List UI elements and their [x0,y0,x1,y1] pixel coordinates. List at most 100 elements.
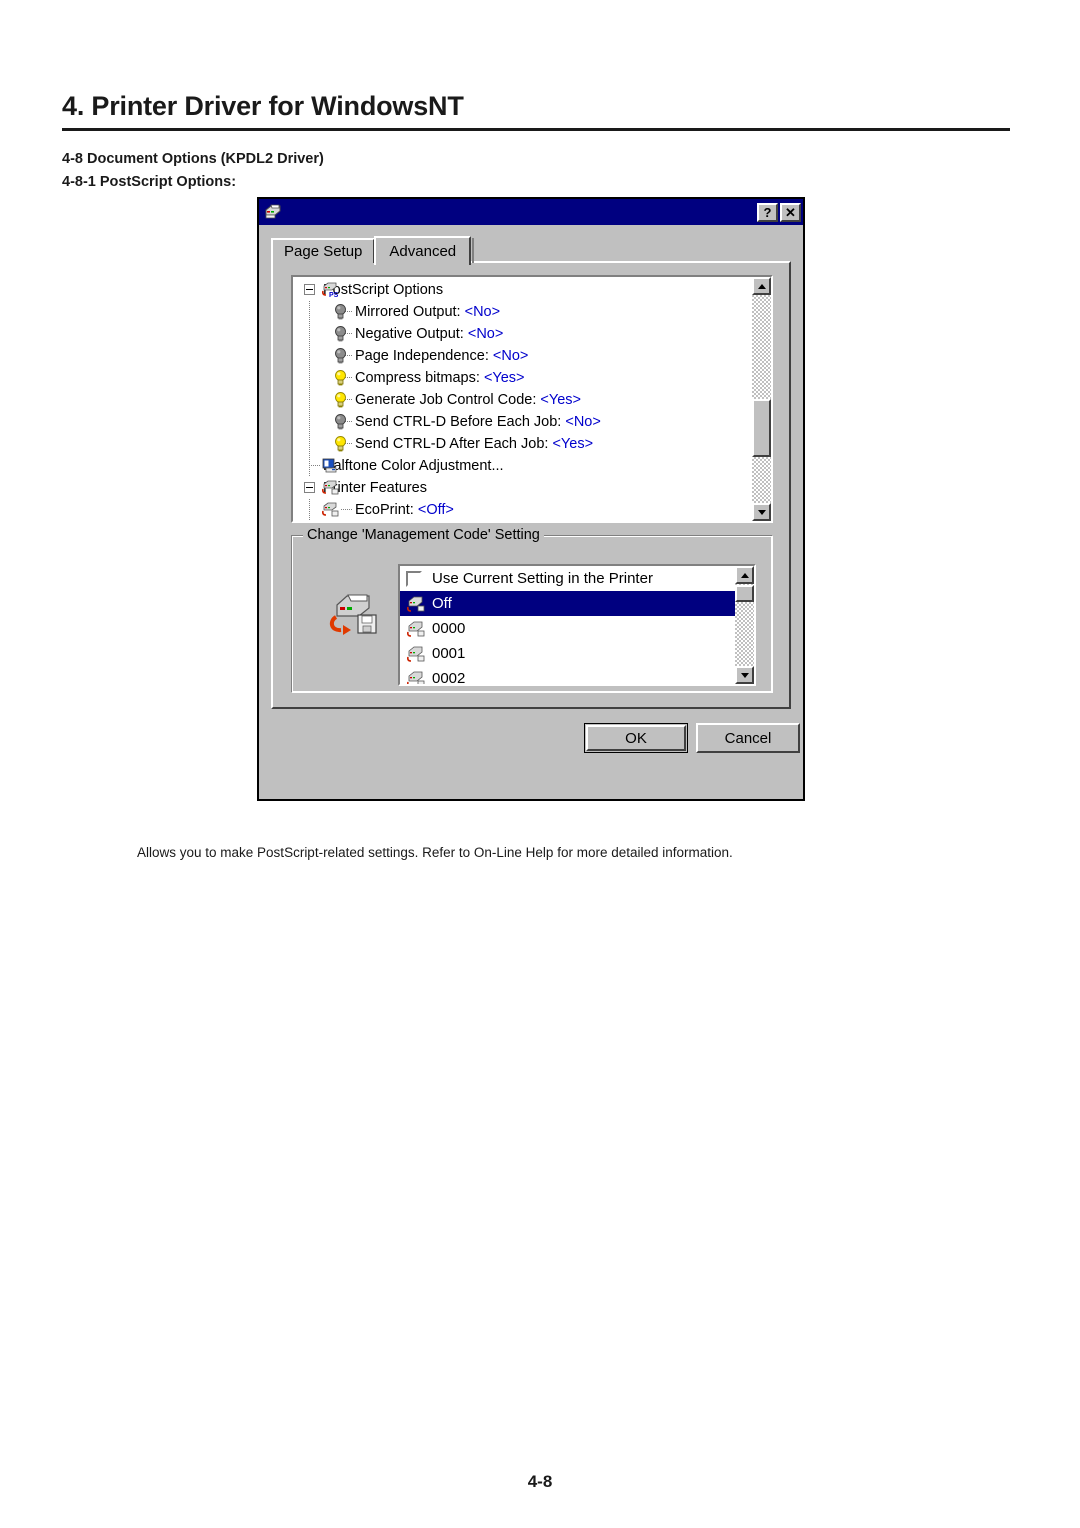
tree-line [309,323,310,345]
tree-row[interactable]: Compress bitmaps: <Yes> [293,367,752,389]
list-item-label: Off [432,595,452,612]
collapse-icon[interactable] [304,284,315,295]
tree-line [341,509,352,510]
management-code-group: Change 'Management Code' Setting Use Cur… [291,527,773,693]
scroll-up-button[interactable] [752,277,771,295]
scrollbar-thumb[interactable] [752,399,771,457]
chevron-down-icon [740,672,749,678]
tree-row[interactable]: Page Independence: <No> [293,345,752,367]
group-legend: Change 'Management Code' Setting [303,527,544,545]
printer-code-icon [406,620,426,638]
help-button[interactable]: ? [757,202,778,222]
tree-row-value: <No> [565,413,601,430]
tree-line [309,455,310,477]
printer-code-icon [406,595,426,613]
collapse-icon[interactable] [304,482,315,493]
halftone-icon [321,457,340,474]
tree-row-label: Mirrored Output: [355,303,461,320]
bulb-on-icon [333,435,348,452]
tree-row[interactable]: Mirrored Output: <No> [293,301,752,323]
svg-text:PS: PS [329,292,339,298]
list-item[interactable]: 0002 [400,666,735,684]
tree-line [309,345,310,367]
bulb-off-icon [333,303,348,320]
tree-row-label: Send CTRL-D After Each Job: [355,435,549,452]
printer-icon [263,204,283,220]
tab-advanced[interactable]: Advanced [374,236,472,265]
group-legend-text: Change 'Management Code' Setting [307,527,540,543]
advanced-tab-panel: PS PostScript Options Mirrored Output: <… [271,261,791,709]
list-item-label: 0002 [432,670,466,684]
printer-ps-icon: PS [321,281,340,299]
page-title: 4. Printer Driver for WindowsNT [62,91,464,121]
tree-rows-container: PS PostScript Options Mirrored Output: <… [293,277,752,521]
tree-row-label: Negative Output: [355,325,464,342]
tab-page-setup[interactable]: Page Setup [271,238,376,263]
chevron-down-icon [757,509,766,515]
chevron-up-icon [740,572,749,578]
tree-row-value: <Yes> [552,435,594,452]
tree-row[interactable]: Send CTRL-D After Each Job: <Yes> [293,433,752,455]
section-heading-2: 4-8-1 PostScript Options: [62,174,237,191]
tree-row-label: Send CTRL-D Before Each Job: [355,413,562,430]
ok-button[interactable]: OK [584,723,688,753]
printer-feature-icon [321,501,340,518]
tree-row[interactable]: PS PostScript Options [293,279,752,301]
dialog-button-bar: OK Cancel [259,721,803,761]
title-divider [62,127,1010,131]
scrollbar-thumb[interactable] [735,585,754,602]
tree-row-label: Page Independence: [355,347,489,364]
dialog-titlebar[interactable]: ? ✕ [259,199,803,225]
tree-line [309,499,310,521]
chevron-up-icon [757,283,766,289]
figure-caption: Allows you to make PostScript-related se… [137,845,733,860]
scroll-down-button[interactable] [752,503,771,521]
list-item[interactable]: 0001 [400,641,735,666]
bulb-on-icon [333,391,348,408]
scroll-up-button[interactable] [735,566,754,584]
tree-row-value: <No> [467,325,504,342]
scroll-down-button[interactable] [735,666,754,684]
bulb-off-icon [333,347,348,364]
list-item-label: 0001 [432,645,466,662]
tree-line [309,411,310,433]
list-vertical-scrollbar[interactable] [735,566,754,684]
cancel-button-label: Cancel [724,729,772,747]
tab-page-setup-label: Page Setup [284,243,363,260]
tree-row-label: PostScript Options [323,281,444,298]
checkbox-unchecked-icon[interactable] [406,570,422,587]
bulb-on-icon [333,369,348,386]
postscript-options-tree[interactable]: PS PostScript Options Mirrored Output: <… [291,275,773,523]
tree-row[interactable]: Printer Features [293,477,752,499]
cancel-button[interactable]: Cancel [696,723,800,753]
page-number: 4-8 [527,1472,553,1491]
tree-row[interactable]: Send CTRL-D Before Each Job: <No> [293,411,752,433]
tree-vertical-scrollbar[interactable] [752,277,771,521]
ok-button-label: OK [625,729,647,747]
tab-bar: Page Setup Advanced [271,235,803,265]
tree-line [309,301,310,323]
tree-line [309,433,310,455]
list-item-label: Use Current Setting in the Printer [432,570,653,587]
tree-line [309,465,320,466]
list-item[interactable]: Use Current Setting in the Printer [400,566,735,591]
tree-row-label: EcoPrint: [355,501,414,518]
tree-row[interactable]: Halftone Color Adjustment... [293,455,752,477]
close-icon[interactable]: ✕ [780,202,801,222]
tab-advanced-label: Advanced [389,243,457,260]
list-item-label: 0000 [432,620,466,637]
tree-row-label: Compress bitmaps: [355,369,480,386]
tree-line [309,367,310,389]
tree-row[interactable]: Negative Output: <No> [293,323,752,345]
tree-row-value: <Off> [417,501,454,518]
bulb-off-icon [333,325,348,342]
list-item[interactable]: Off [400,591,735,616]
tree-line [309,389,310,411]
section-heading-1: 4-8 Document Options (KPDL2 Driver) [62,151,324,167]
printer-feature-icon [321,479,340,496]
tree-row[interactable]: Generate Job Control Code: <Yes> [293,389,752,411]
page-header: 4. Printer Driver for WindowsNT [62,91,1010,131]
list-item[interactable]: 0000 [400,616,735,641]
management-code-list[interactable]: Use Current Setting in the Printer Off 0… [398,564,756,686]
tree-row[interactable]: EcoPrint: <Off> [293,499,752,521]
